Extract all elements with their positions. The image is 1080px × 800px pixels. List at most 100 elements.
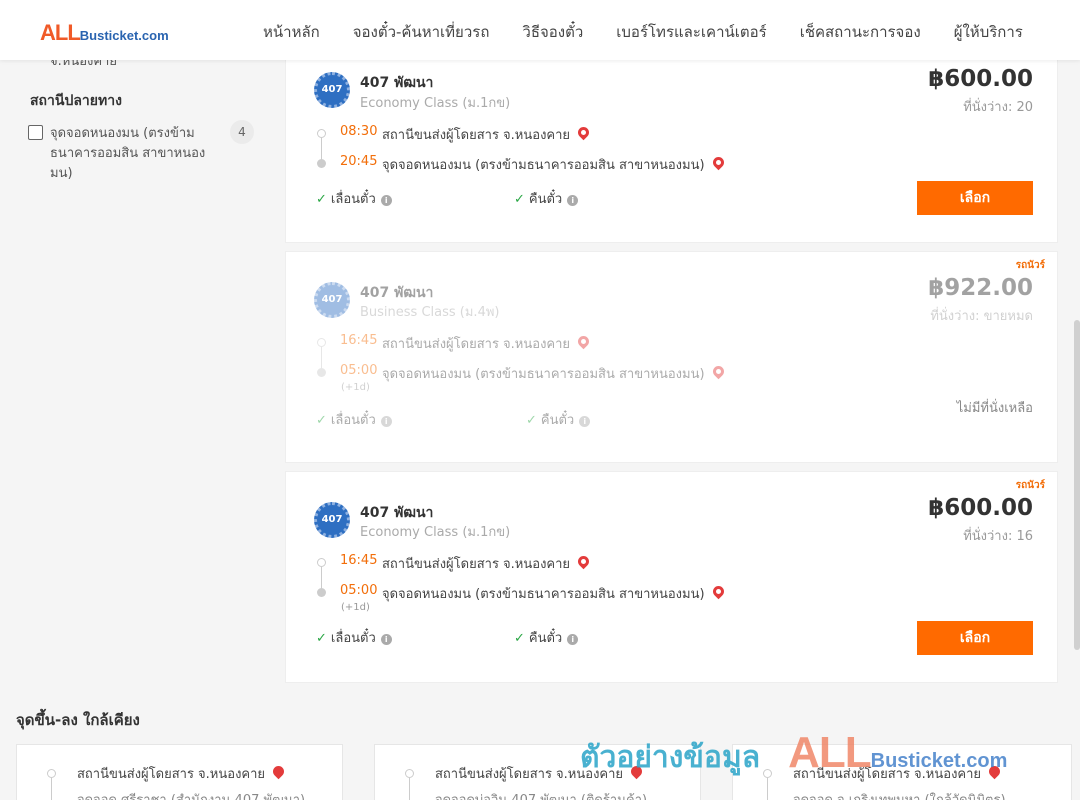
depart-station[interactable]: สถานีขนส่งผู้โดยสาร จ.หนองคาย <box>382 124 592 145</box>
map-pin-icon[interactable] <box>710 363 726 380</box>
map-pin-icon[interactable] <box>575 553 592 570</box>
next-day-indicator: (+1d) <box>341 382 370 393</box>
feature-refund-ticket: ✓ คืนตั๋ว i <box>514 188 579 209</box>
info-icon[interactable]: i <box>380 634 392 645</box>
feature-refund-ticket: ✓ คืนตั๋ว i <box>526 409 591 430</box>
check-icon: ✓ <box>316 192 327 207</box>
feature-label: คืนตั๋ว <box>528 631 563 646</box>
timeline-line <box>321 567 322 589</box>
nearby-to: จุดจอด ศรีราชา (สำนักงาน 407 พัฒนา) <box>77 789 305 800</box>
nav-home[interactable]: หน้าหลัก <box>263 20 320 44</box>
map-pin-icon[interactable] <box>710 583 726 600</box>
map-pin-icon[interactable] <box>575 333 592 350</box>
recommended-badge: รถนัวร์ <box>1015 480 1045 491</box>
logo-all: ALL <box>40 20 81 45</box>
logo-rest: Busticket.com <box>79 28 169 43</box>
seats-available: ที่นั่งว่าง: 20 <box>963 100 1033 115</box>
timeline-start-dot <box>317 338 326 347</box>
timeline-line <box>51 778 52 800</box>
depart-time: 16:45 <box>340 333 378 348</box>
trip-card: รถนัวร์ 407 407 พัฒนา Business Class (ม.… <box>285 251 1058 463</box>
nearby-to: จุดจอดบ่อวิน 407 พัฒนา (ติดร้านค้า) <box>435 789 647 800</box>
select-trip-button[interactable]: เลือก <box>917 621 1033 655</box>
next-day-indicator: (+1d) <box>341 602 370 613</box>
nav-check-booking[interactable]: เช็คสถานะการจอง <box>800 20 921 44</box>
info-icon[interactable]: i <box>567 634 579 645</box>
trip-card: รถนัวร์ 407 407 พัฒนา Economy Class (ม.1… <box>285 471 1058 683</box>
nav-operators[interactable]: ผู้ให้บริการ <box>954 20 1023 44</box>
info-icon[interactable]: i <box>380 195 392 206</box>
main-nav: หน้าหลัก จองตั๋ว-ค้นหาเที่ยวรถ วิธีจองตั… <box>263 20 1056 44</box>
operator-logo: 407 <box>314 282 350 318</box>
arrive-station[interactable]: จุดจอดหนองมน (ตรงข้ามธนาคารออมสิน สาขาหน… <box>382 583 726 604</box>
destination-filter-title: สถานีปลายทาง <box>30 93 122 109</box>
bus-class: Business Class (ม.4พ) <box>360 305 500 320</box>
trip-card: 407 407 พัฒนา Economy Class (ม.1กข) ฿600… <box>285 56 1058 243</box>
nav-how-to-book[interactable]: วิธีจองตั๋ว <box>522 20 583 44</box>
destination-option-count: 4 <box>230 120 254 144</box>
watermark-all: ALL <box>788 728 872 777</box>
page-scrollbar[interactable] <box>1074 320 1080 650</box>
timeline-line <box>767 778 768 800</box>
arrive-station[interactable]: จุดจอดหนองมน (ตรงข้ามธนาคารออมสิน สาขาหน… <box>382 154 726 175</box>
feature-label: เลื่อนตั๋ว <box>330 631 376 646</box>
depart-station-label: สถานีขนส่งผู้โดยสาร จ.หนองคาย <box>382 128 571 143</box>
nearby-stop-card[interactable]: สถานีขนส่งผู้โดยสาร จ.หนองคาย จุดจอด ศรี… <box>16 744 343 800</box>
timeline-end-dot <box>317 368 326 377</box>
arrive-station-label: จุดจอดหนองมน (ตรงข้ามธนาคารออมสิน สาขาหน… <box>382 587 705 602</box>
operator-logo: 407 <box>314 72 350 108</box>
info-icon[interactable]: i <box>579 416 591 427</box>
timeline-start-dot <box>317 558 326 567</box>
feature-label: คืนตั๋ว <box>540 413 575 428</box>
feature-change-ticket: ✓ เลื่อนตั๋ว i <box>316 627 392 648</box>
map-pin-icon[interactable] <box>710 154 726 171</box>
timeline-end-dot <box>317 159 326 168</box>
timeline-dot <box>405 769 414 778</box>
timeline-line <box>409 778 410 800</box>
check-icon: ✓ <box>514 631 525 646</box>
feature-refund-ticket: ✓ คืนตั๋ว i <box>514 627 579 648</box>
info-icon[interactable]: i <box>380 416 392 427</box>
select-trip-button[interactable]: เลือก <box>917 181 1033 215</box>
trip-price: ฿600.00 <box>928 66 1033 92</box>
trip-price: ฿922.00 <box>928 275 1033 301</box>
nearby-to: จุดจอด จ.เกริงเทพมหา (ใกล้วัดนิมิตร) <box>793 789 1006 800</box>
feature-change-ticket: ✓ เลื่อนตั๋ว i <box>316 409 392 430</box>
feature-change-ticket: ✓ เลื่อนตั๋ว i <box>316 188 392 209</box>
timeline-dot <box>47 769 56 778</box>
sold-out-text: ไม่มีที่นั่งเหลือ <box>956 401 1033 416</box>
operator-logo: 407 <box>314 502 350 538</box>
map-pin-icon[interactable] <box>270 763 287 780</box>
map-pin-icon[interactable] <box>575 124 592 141</box>
sample-data-watermark: ตัวอย่างข้อมูล ALL Busticket.com <box>580 728 1007 781</box>
check-icon: ✓ <box>526 413 537 428</box>
depart-station[interactable]: สถานีขนส่งผู้โดยสาร จ.หนองคาย <box>382 553 592 574</box>
filter-sidebar: จ.หนองคาย สถานีปลายทาง จุดจอดหนองมน (ตรง… <box>28 50 260 184</box>
seats-available: ที่นั่งว่าง: 16 <box>963 529 1033 544</box>
watermark-rest: Busticket.com <box>870 750 1008 772</box>
destination-checkbox[interactable] <box>28 125 43 140</box>
feature-label: คืนตั๋ว <box>528 192 563 207</box>
timeline-start-dot <box>317 129 326 138</box>
check-icon: ✓ <box>514 192 525 207</box>
depart-station[interactable]: สถานีขนส่งผู้โดยสาร จ.หนองคาย <box>382 333 592 354</box>
bus-class: Economy Class (ม.1กข) <box>360 525 511 540</box>
info-icon[interactable]: i <box>567 195 579 206</box>
arrive-station-label: จุดจอดหนองมน (ตรงข้ามธนาคารออมสิน สาขาหน… <box>382 367 705 382</box>
destination-option-label: จุดจอดหนองมน (ตรงข้ามธนาคารออมสิน สาขาหน… <box>50 126 206 181</box>
check-icon: ✓ <box>316 631 327 646</box>
destination-option[interactable]: จุดจอดหนองมน (ตรงข้ามธนาคารออมสิน สาขาหน… <box>28 124 210 184</box>
watermark-text: ตัวอย่างข้อมูล <box>580 740 761 775</box>
trip-price: ฿600.00 <box>928 495 1033 521</box>
site-header: ALL Busticket.com หน้าหลัก จองตั๋ว-ค้นหา… <box>0 0 1080 60</box>
timeline-line <box>321 347 322 369</box>
timeline-line <box>321 138 322 160</box>
arrive-station[interactable]: จุดจอดหนองมน (ตรงข้ามธนาคารออมสิน สาขาหน… <box>382 363 726 384</box>
nearby-stops-title: จุดขึ้น-ลง ใกล้เคียง <box>16 711 140 729</box>
arrive-station-label: จุดจอดหนองมน (ตรงข้ามธนาคารออมสิน สาขาหน… <box>382 158 705 173</box>
bus-class: Economy Class (ม.1กข) <box>360 96 511 111</box>
timeline-end-dot <box>317 588 326 597</box>
nav-phone-counters[interactable]: เบอร์โทรและเคาน์เตอร์ <box>616 20 766 44</box>
site-logo[interactable]: ALL Busticket.com <box>40 20 169 46</box>
nav-book-search[interactable]: จองตั๋ว-ค้นหาเที่ยวรถ <box>353 20 490 44</box>
